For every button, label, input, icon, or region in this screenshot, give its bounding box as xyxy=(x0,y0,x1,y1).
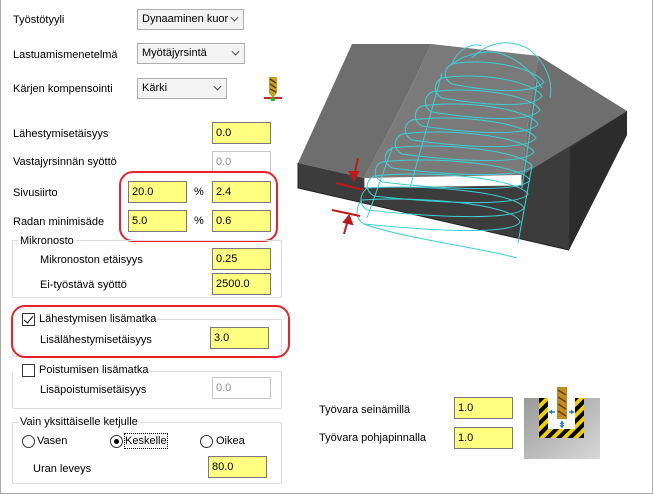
floor-stock-input[interactable]: 1.0 xyxy=(454,427,513,449)
micro-feed-label: Ei-työstävä syöttö xyxy=(40,279,127,291)
chevron-down-icon xyxy=(213,82,222,91)
single-chain-title: Vain yksittäiselle ketjulle xyxy=(18,415,140,429)
micro-lift-title: Mikronosto xyxy=(18,234,76,248)
slot-width-input[interactable]: 80.0 xyxy=(208,456,267,478)
micro-dist-input[interactable]: 0.25 xyxy=(212,248,271,270)
exit-extra-dist-label: Lisäpoistumisetäisyys xyxy=(40,384,147,396)
highlight-approach-extra xyxy=(11,305,290,358)
style-value: Dynaaminen kuor xyxy=(142,13,229,25)
wall-stock-label: Työvara seinämillä xyxy=(319,404,411,416)
floor-stock-label: Työvara pohjapinnalla xyxy=(319,432,427,444)
toolpath-preview-image xyxy=(297,42,627,259)
exit-extra-dist-input[interactable]: 0.0 xyxy=(212,377,271,399)
slot-width-label: Uran leveys xyxy=(33,463,92,475)
radio-center-label: Keskelle xyxy=(124,433,168,449)
comp-label: Kärjen kompensointi xyxy=(13,83,113,95)
method-value: Myötäjyrsintä xyxy=(142,47,207,59)
counter-feed-label: Vastajyrsinnän syöttö xyxy=(13,156,117,168)
chevron-down-icon xyxy=(230,13,239,22)
chevron-down-icon xyxy=(231,47,240,56)
approach-dist-input[interactable]: 0.0 xyxy=(212,122,271,144)
radio-center[interactable] xyxy=(110,435,123,448)
counter-feed-input[interactable]: 0.0 xyxy=(212,151,271,173)
comp-dropdown[interactable]: Kärki xyxy=(137,78,227,99)
radio-left-label: Vasen xyxy=(37,435,68,447)
radio-right-label: Oikea xyxy=(216,435,245,447)
approach-dist-label: Lähestymisetäisyys xyxy=(13,128,109,140)
min-radius-label: Radan minimisäde xyxy=(13,216,105,228)
comp-value: Kärki xyxy=(142,82,168,94)
tool-tip-icon xyxy=(264,77,282,102)
method-label: Lastuamismenetelmä xyxy=(13,49,118,61)
style-label: Työstötyyli xyxy=(13,14,65,26)
style-dropdown[interactable]: Dynaaminen kuor xyxy=(137,9,244,30)
method-dropdown[interactable]: Myötäjyrsintä xyxy=(137,43,245,64)
wall-stock-input[interactable]: 1.0 xyxy=(454,397,513,419)
micro-dist-label: Mikronoston etäisyys xyxy=(40,254,143,266)
group-divider xyxy=(145,371,282,372)
radio-right[interactable] xyxy=(200,435,213,448)
exit-extra-title: Poistumisen lisämatka xyxy=(39,364,149,376)
exit-extra-checkbox[interactable] xyxy=(22,364,35,377)
radio-left[interactable] xyxy=(22,435,35,448)
stepover-label: Sivusiirto xyxy=(13,187,58,199)
micro-feed-input[interactable]: 2500.0 xyxy=(212,273,271,295)
highlight-stepover-radius xyxy=(119,171,278,242)
stock-allowance-icon xyxy=(524,387,600,459)
